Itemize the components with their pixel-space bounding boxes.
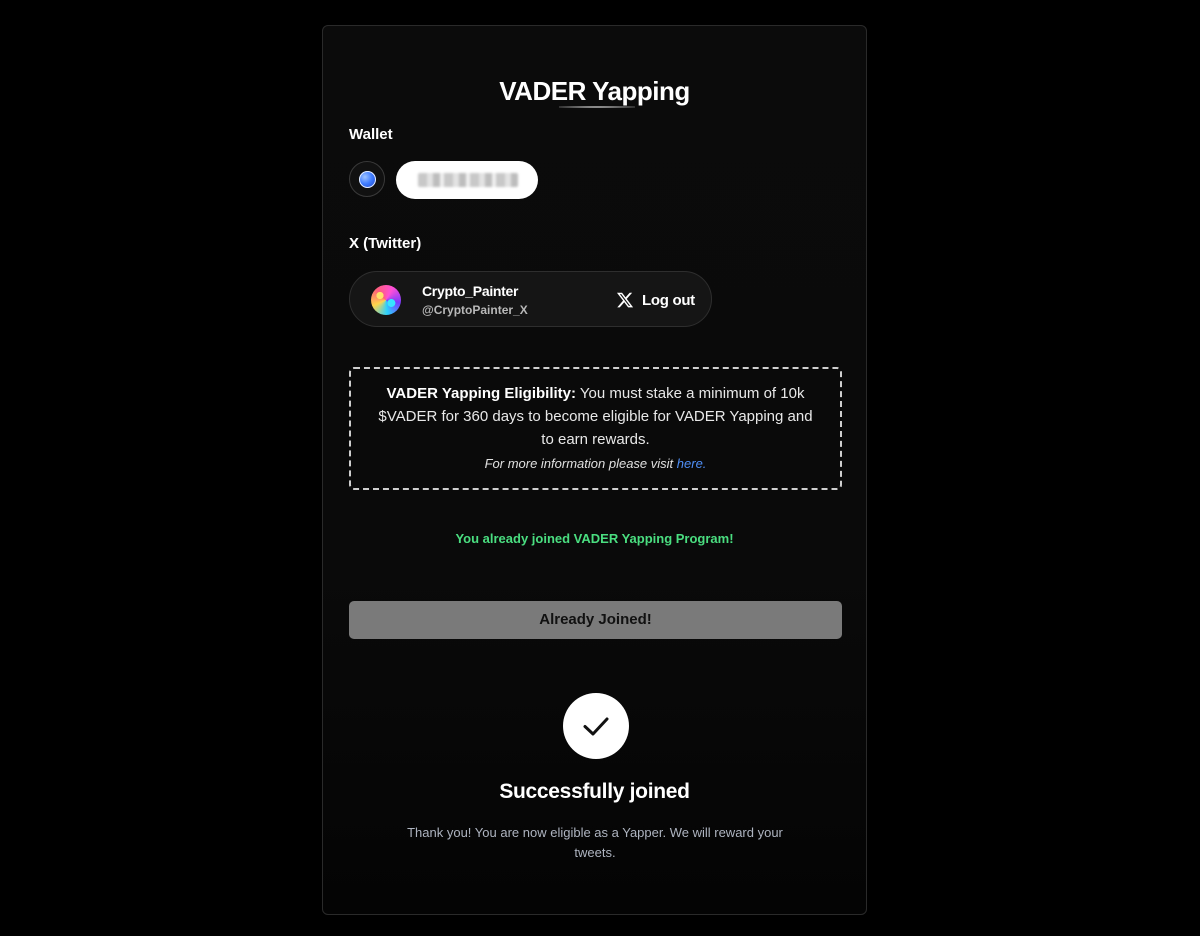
eligibility-heading: VADER Yapping Eligibility:: [386, 385, 576, 402]
twitter-handle: @CryptoPainter_X: [422, 303, 528, 317]
yapping-card: VADER Yapping Wallet X (Twitter) Crypto_…: [322, 25, 867, 915]
wallet-button[interactable]: [349, 161, 385, 197]
logout-label: Log out: [642, 291, 695, 309]
success-badge: [563, 693, 629, 759]
wallet-address-blurred: [418, 173, 518, 187]
wallet-label: Wallet: [349, 126, 393, 143]
wallet-orb-icon: [359, 171, 376, 188]
checkmark-icon: [583, 717, 609, 736]
eligibility-text: VADER Yapping Eligibility: You must stak…: [371, 382, 820, 451]
twitter-account-card: Crypto_Painter @CryptoPainter_X Log out: [349, 271, 712, 327]
wallet-address-pill[interactable]: [396, 161, 538, 199]
success-title: Successfully joined: [499, 780, 690, 803]
twitter-label: X (Twitter): [349, 235, 422, 252]
twitter-display-name: Crypto_Painter: [422, 283, 519, 299]
avatar: [371, 285, 401, 315]
eligibility-info: For more information please visit here.: [371, 456, 820, 471]
x-logo-icon: [616, 291, 634, 309]
title-divider: [559, 106, 635, 108]
eligibility-info-prefix: For more information please visit: [484, 456, 674, 471]
eligibility-notice: VADER Yapping Eligibility: You must stak…: [349, 367, 842, 490]
already-joined-button[interactable]: Already Joined!: [349, 601, 842, 639]
eligibility-info-link[interactable]: here.: [677, 456, 707, 471]
joined-status-message: You already joined VADER Yapping Program…: [455, 531, 734, 546]
success-description: Thank you! You are now eligible as a Yap…: [407, 825, 783, 860]
page-title: VADER Yapping: [499, 76, 690, 106]
logout-button[interactable]: Log out: [616, 289, 695, 311]
